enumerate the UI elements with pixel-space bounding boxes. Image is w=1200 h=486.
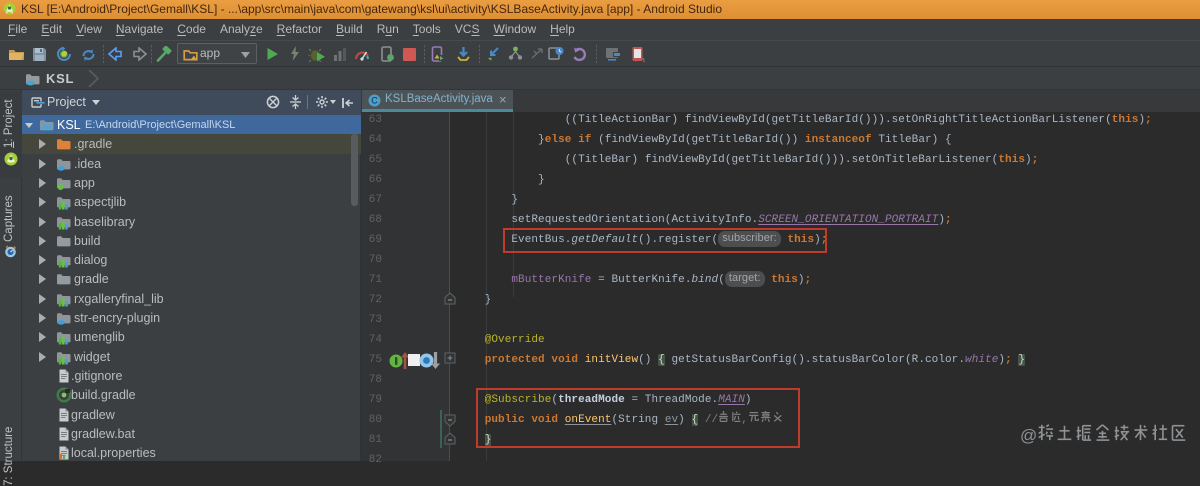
svg-text:C: C <box>371 96 378 106</box>
